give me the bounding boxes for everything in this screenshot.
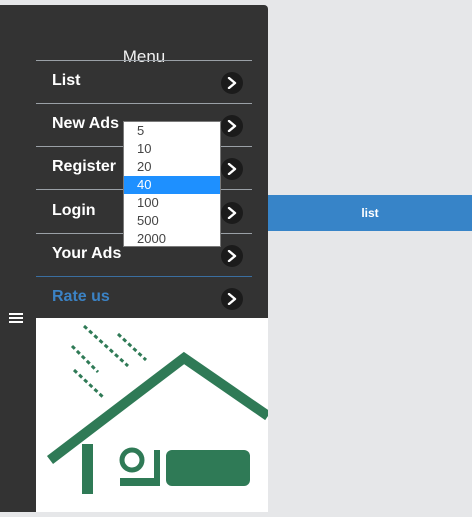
chevron-right-icon (221, 72, 243, 94)
chevron-right-icon (221, 202, 243, 224)
list-button-label: list (361, 206, 379, 220)
house-logo (36, 318, 271, 512)
menu-item-label: List (52, 72, 81, 89)
page-size-dropdown[interactable]: 5 10 20 40 100 500 2000 (123, 121, 221, 247)
menu-item-rate-us[interactable]: Rate us (36, 277, 252, 320)
menu-item-label: Your Ads (52, 245, 122, 262)
dropdown-option[interactable]: 10 (124, 140, 220, 158)
menu-item-label: New Ads (52, 115, 119, 132)
chevron-right-icon (221, 245, 243, 267)
dropdown-option[interactable]: 20 (124, 158, 220, 176)
dropdown-option[interactable]: 5 (124, 122, 220, 140)
chevron-right-icon (221, 288, 243, 310)
chevron-right-icon (221, 115, 243, 137)
menu-item-label: Rate us (52, 288, 110, 305)
dropdown-option-selected[interactable]: 40 (124, 176, 220, 194)
dropdown-option[interactable]: 500 (124, 212, 220, 230)
menu-icon[interactable] (6, 309, 26, 327)
menu-item-label: Login (52, 202, 96, 219)
dropdown-option[interactable]: 2000 (124, 230, 220, 248)
menu-item-list[interactable]: List (36, 61, 252, 104)
dropdown-option[interactable]: 100 (124, 194, 220, 212)
list-button[interactable]: list (268, 195, 472, 231)
chevron-right-icon (221, 158, 243, 180)
menu-item-label: Register (52, 158, 117, 175)
